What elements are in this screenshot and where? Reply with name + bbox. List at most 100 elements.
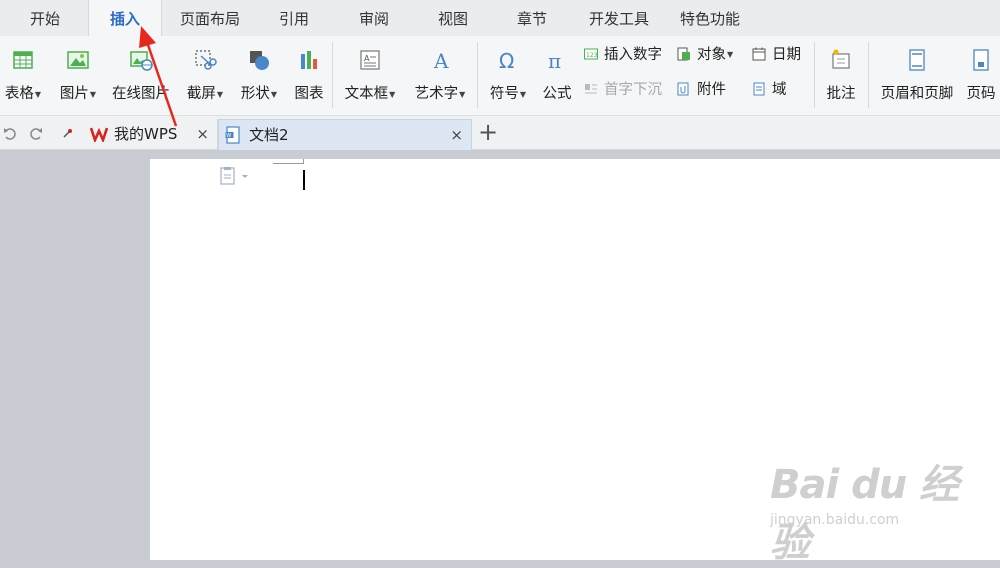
drop-cap-label: 首字下沉 — [604, 82, 662, 98]
page-number-label: 页码 — [966, 86, 996, 102]
new-tab-button[interactable]: + — [478, 117, 498, 147]
margin-corner-mark — [273, 163, 303, 164]
chevron-down-icon: ▼ — [519, 89, 527, 99]
svg-text:A: A — [433, 49, 449, 72]
pi-icon: π — [548, 49, 561, 72]
ribbon-divider — [332, 42, 333, 108]
shapes-icon — [250, 51, 269, 70]
ribbon-divider — [477, 42, 478, 108]
header-footer-icon — [909, 49, 925, 71]
online-picture-label: 在线图片 — [112, 86, 170, 102]
number-icon: 123 — [584, 48, 598, 60]
document-tab-bar: 我的WPS × W 文档2 × + — [0, 116, 1000, 150]
tab-document-2-label: 文档2 — [249, 126, 289, 144]
shape-button[interactable]: 形状▼ — [236, 44, 282, 110]
baidu-jingyan-watermark: Bai du 经验 jingyan.baidu.com — [770, 448, 980, 566]
symbol-button[interactable]: Ω 符号▼ — [484, 44, 532, 110]
calendar-icon — [752, 47, 766, 61]
tab-review[interactable]: 审阅 — [342, 0, 406, 36]
table-icon — [13, 51, 33, 69]
omega-icon: Ω — [499, 49, 514, 72]
close-icon[interactable]: × — [196, 119, 209, 149]
tab-my-wps[interactable]: 我的WPS × — [84, 119, 218, 150]
tab-my-wps-label: 我的WPS — [114, 125, 178, 143]
screenshot-label: 截屏 — [186, 86, 216, 102]
attachment-button[interactable]: 附件 — [677, 79, 726, 101]
table-button[interactable]: 表格▼ — [0, 44, 46, 110]
tab-page-layout[interactable]: 页面布局 — [170, 0, 250, 36]
header-footer-label: 页眉和页脚 — [880, 86, 954, 102]
tab-developer[interactable]: 开发工具 — [577, 0, 661, 36]
watermark-logo: Bai du 经验 — [770, 462, 959, 566]
picture-button[interactable]: 图片▼ — [54, 44, 102, 110]
symbol-label: 符号 — [489, 86, 519, 102]
chart-button[interactable]: 图表 — [290, 44, 328, 110]
header-footer-button[interactable]: 页眉和页脚 — [876, 44, 958, 110]
wps-logo-icon — [90, 127, 108, 142]
wordart-icon: A — [433, 49, 449, 72]
insert-number-button[interactable]: 123 插入数字 — [584, 44, 662, 66]
date-label: 日期 — [772, 47, 801, 63]
drop-cap-icon — [585, 84, 597, 94]
textbox-label: 文本框 — [344, 86, 389, 102]
watermark-url: jingyan.baidu.com — [770, 512, 900, 528]
tab-references[interactable]: 引用 — [262, 0, 326, 36]
online-picture-button[interactable]: 在线图片 — [108, 44, 174, 110]
picture-icon — [67, 51, 89, 69]
field-icon — [753, 82, 765, 96]
screenshot-button[interactable]: 截屏▼ — [182, 44, 228, 110]
svg-text:W: W — [226, 133, 231, 139]
tab-insert[interactable]: 插入 — [88, 0, 162, 36]
paste-options-icon[interactable] — [220, 167, 252, 185]
page-number-button[interactable]: 页码 — [962, 44, 1000, 110]
svg-text:π: π — [548, 49, 561, 72]
formula-label: 公式 — [542, 86, 572, 102]
close-icon[interactable]: × — [450, 120, 463, 150]
field-label: 域 — [772, 82, 787, 98]
chevron-down-icon: ▼ — [216, 89, 224, 99]
tab-start[interactable]: 开始 — [10, 0, 80, 36]
ribbon-divider — [814, 42, 815, 108]
svg-text:Ω: Ω — [499, 49, 514, 72]
document-icon: W — [225, 126, 240, 144]
chevron-down-icon: ▼ — [270, 89, 278, 99]
wordart-label: 艺术字 — [414, 86, 459, 102]
scissors-icon — [195, 50, 217, 70]
undo-icon[interactable] — [2, 125, 18, 141]
svg-text:123: 123 — [586, 52, 598, 59]
object-icon — [677, 47, 690, 61]
tab-chapter[interactable]: 章节 — [500, 0, 564, 36]
page-number-icon — [973, 49, 989, 71]
chart-label: 图表 — [294, 86, 324, 102]
attachment-label: 附件 — [697, 82, 726, 98]
drop-cap-button[interactable]: 首字下沉 — [584, 79, 662, 101]
attachment-icon — [677, 82, 689, 96]
svg-text:A: A — [364, 54, 370, 63]
picture-label: 图片 — [59, 86, 89, 102]
textbox-button[interactable]: A 文本框▼ — [338, 44, 402, 110]
menu-tab-bar: 开始 插入 页面布局 引用 审阅 视图 章节 开发工具 特色功能 — [0, 0, 1000, 36]
comment-button[interactable]: 批注 — [820, 44, 862, 110]
tab-special-features[interactable]: 特色功能 — [670, 0, 750, 36]
insert-ribbon: 表格▼ 图片▼ 在线图片 截屏▼ 形状▼ 图表 A 文本框▼ A 艺术字▼ Ω … — [0, 36, 1000, 116]
chevron-down-icon: ▼ — [389, 89, 396, 99]
comment-label: 批注 — [826, 86, 856, 102]
chevron-down-icon: ▼ — [727, 50, 734, 59]
date-button[interactable]: 日期 — [752, 44, 801, 66]
margin-corner-mark — [303, 159, 304, 164]
field-button[interactable]: 域 — [752, 79, 787, 101]
table-label: 表格 — [4, 86, 34, 102]
redo-icon[interactable] — [28, 125, 44, 141]
ribbon-divider — [868, 42, 869, 108]
text-cursor — [303, 170, 305, 190]
pin-icon[interactable] — [60, 125, 76, 141]
comment-icon — [832, 49, 850, 69]
wordart-button[interactable]: A 艺术字▼ — [408, 44, 472, 110]
online-picture-icon — [130, 51, 153, 71]
formula-button[interactable]: π 公式 — [538, 44, 576, 110]
tab-view[interactable]: 视图 — [421, 0, 485, 36]
tab-document-2[interactable]: W 文档2 × — [218, 119, 472, 150]
object-button[interactable]: 对象▼ — [677, 44, 733, 66]
chevron-down-icon: ▼ — [34, 89, 42, 99]
insert-number-label: 插入数字 — [604, 47, 662, 63]
